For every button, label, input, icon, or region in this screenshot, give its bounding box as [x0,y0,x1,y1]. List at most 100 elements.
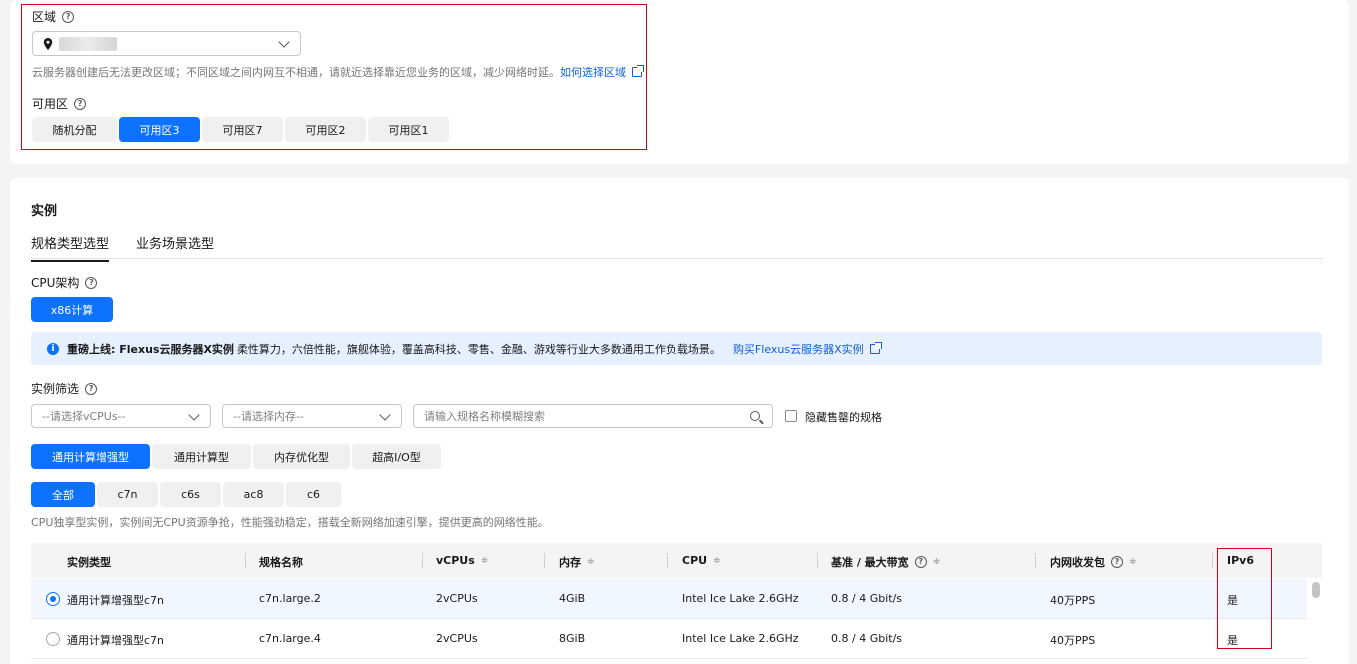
col-pps[interactable]: 内网收发包? ≑ [1050,554,1137,570]
cell-pps: 40万PPS [1050,634,1096,647]
instance-card: 实例 规格类型选型 业务场景选型 CPU架构 ? x86计算 i 重磅上线: F… [10,178,1349,664]
col-cpu[interactable]: CPU ≑ [682,554,721,567]
help-icon[interactable]: ? [85,382,98,395]
region-label-row: 区域 ? [32,8,75,25]
type-option-general-enhanced[interactable]: 通用计算增强型 [31,444,150,469]
external-link-icon[interactable] [869,341,882,354]
family-option-all[interactable]: 全部 [31,482,95,507]
help-icon[interactable]: ? [62,10,75,23]
family-option-c6s[interactable]: c6s [160,482,221,507]
hide-soldout-checkbox[interactable] [785,410,797,422]
family-option-c6[interactable]: c6 [286,482,341,507]
zone-option-2[interactable]: 可用区2 [285,117,366,142]
col-bandwidth[interactable]: 基准 / 最大带宽? ≑ [831,554,940,570]
cell-spec-name: c7n.large.2 [259,592,321,605]
row-radio[interactable] [46,592,60,606]
family-selector: 全部 c7n c6s ac8 c6 [31,482,341,507]
ipv6-highlight-box [1217,548,1272,649]
zone-label-row: 可用区 ? [32,95,87,112]
vcpu-select[interactable]: --请选择vCPUs-- [31,404,211,428]
column-divider [245,553,246,568]
spec-table-header: 实例类型 规格名称 vCPUs ≑ 内存 ≑ CPU ≑ 基准 / 最大带宽? ≑ 内网… [31,543,1322,578]
instance-type-selector: 通用计算增强型 通用计算型 内存优化型 超高I/O型 [31,444,441,469]
search-icon[interactable] [750,411,760,421]
column-divider [1212,553,1213,568]
help-icon[interactable]: ? [914,556,927,568]
how-to-choose-region-link[interactable]: 如何选择区域 [560,64,626,80]
help-icon[interactable]: ? [74,97,87,110]
table-scrollbar[interactable] [1312,582,1320,598]
zone-label: 可用区 [32,97,69,111]
flexus-banner: i 重磅上线: Flexus云服务器X实例 柔性算力，六倍性能，旗舰体验，覆盖高… [31,332,1322,365]
row-radio[interactable] [46,632,60,646]
banner-bold-text: 重磅上线: Flexus云服务器X实例 [67,342,234,356]
type-option-general[interactable]: 通用计算型 [152,444,251,469]
zone-option-3[interactable]: 可用区3 [119,117,200,142]
table-row[interactable]: 通用计算增强型c7n c7n.large.2 2vCPUs 4GiB Intel… [31,579,1307,619]
zone-option-7[interactable]: 可用区7 [202,117,283,142]
cpu-arch-x86-button[interactable]: x86计算 [31,297,113,322]
cell-memory: 8GiB [559,632,586,645]
sort-icon[interactable]: ≑ [933,557,941,567]
cell-instance-type: 通用计算增强型c7n [67,634,165,647]
memory-select[interactable]: --请选择内存-- [222,404,402,428]
cell-bandwidth: 0.8 / 4 Gbit/s [831,632,903,645]
col-instance-type: 实例类型 [67,556,111,569]
zone-selector: 随机分配 可用区3 可用区7 可用区2 可用区1 [32,117,449,142]
instance-title: 实例 [31,204,58,219]
region-select[interactable] [32,31,301,56]
buy-flexus-link[interactable]: 购买Flexus云服务器X实例 [733,341,864,357]
instance-filter-label: 实例筛选 [31,382,80,396]
chevron-down-icon [379,409,391,421]
cell-cpu: Intel Ice Lake 2.6GHz [682,592,799,605]
family-option-c7n[interactable]: c7n [97,482,158,507]
cell-pps: 40万PPS [1050,594,1096,607]
zone-option-random[interactable]: 随机分配 [32,117,117,142]
column-divider [422,553,423,568]
cpu-arch-label-row: CPU架构 ? [31,274,98,291]
column-divider [667,553,668,568]
cell-vcpus: 2vCPUs [436,632,478,645]
help-icon[interactable]: ? [1111,556,1123,568]
region-card: 区域 ? 云服务器创建后无法更改区域；不同区域之间内网互不相通，请就近选择靠近您… [10,0,1349,164]
cell-spec-name: c7n.large.4 [259,632,321,645]
sort-icon[interactable]: ≑ [1129,557,1137,567]
external-link-icon[interactable] [632,65,644,77]
tab-spec-type[interactable]: 规格类型选型 [31,233,110,262]
cell-bandwidth: 0.8 / 4 Gbit/s [831,592,903,605]
chevron-down-icon [278,36,290,48]
cell-cpu: Intel Ice Lake 2.6GHz [682,632,799,645]
tab-business-scenario[interactable]: 业务场景选型 [136,233,214,252]
cell-vcpus: 2vCPUs [436,592,478,605]
column-divider [1035,553,1036,568]
sort-icon[interactable]: ≑ [481,556,489,566]
cell-instance-type: 通用计算增强型c7n [67,594,165,607]
type-option-ultra-io[interactable]: 超高I/O型 [352,444,441,469]
cell-memory: 4GiB [559,592,586,605]
sort-icon[interactable]: ≑ [587,557,595,567]
chevron-down-icon [188,409,200,421]
help-icon[interactable]: ? [85,276,98,289]
col-vcpus[interactable]: vCPUs ≑ [436,554,488,567]
column-divider [817,553,818,568]
instance-tabs: 规格类型选型 业务场景选型 [31,231,1323,262]
col-memory[interactable]: 内存 ≑ [559,554,595,570]
instance-filter-label-row: 实例筛选 ? [31,380,98,397]
location-pin-icon [43,37,53,50]
banner-text: 柔性算力，六倍性能，旗舰体验，覆盖高科技、零售、金融、游戏等行业大多数通用工作负… [236,342,721,356]
cpu-arch-label: CPU架构 [31,276,80,290]
zone-option-1[interactable]: 可用区1 [368,117,449,142]
hide-soldout-label: 隐藏售罄的规格 [805,411,882,424]
table-row[interactable]: 通用计算增强型c7n c7n.large.4 2vCPUs 8GiB Intel… [31,619,1307,659]
family-option-ac8[interactable]: ac8 [223,482,284,507]
spec-search-input[interactable]: 请输入规格名称模糊搜索 [413,404,773,428]
region-label: 区域 [32,10,57,24]
type-option-memory-optimized[interactable]: 内存优化型 [253,444,350,469]
col-spec-name: 规格名称 [259,556,303,569]
info-icon: i [47,342,59,355]
region-value-blurred [59,36,117,51]
column-divider [544,553,545,568]
region-hint: 云服务器创建后无法更改区域；不同区域之间内网互不相通，请就近选择靠近您业务的区域… [32,64,644,80]
sort-icon[interactable]: ≑ [713,556,721,566]
family-description: CPU独享型实例，实例间无CPU资源争抢，性能强劲稳定，搭载全新网络加速引擎，提… [31,516,549,529]
